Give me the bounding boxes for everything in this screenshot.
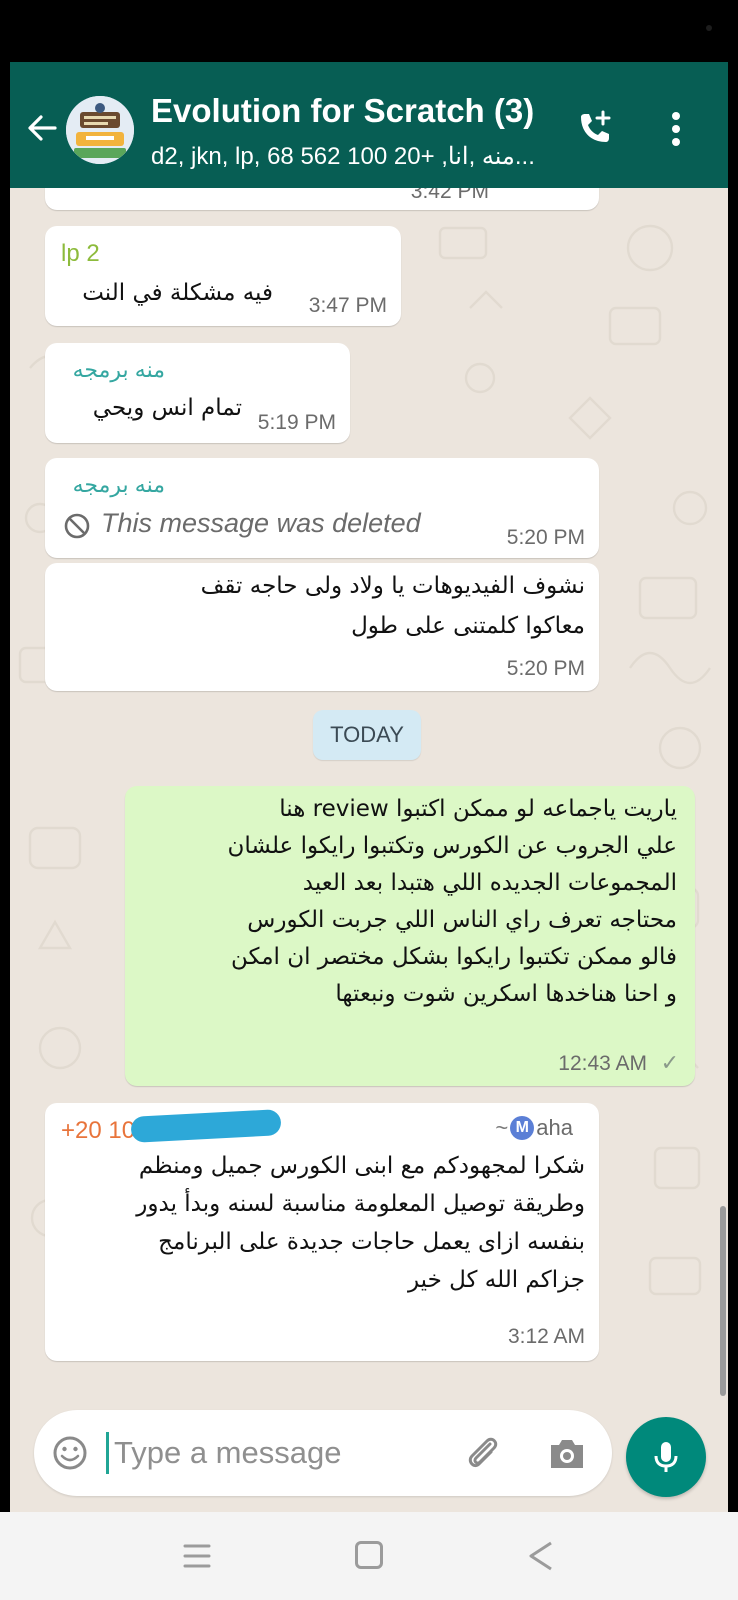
message-line: معاكوا كلمتنى على طول [351, 613, 585, 639]
date-separator: TODAY [313, 710, 421, 760]
back-button[interactable] [22, 108, 62, 148]
read-tick-icon: ✓ [660, 1050, 679, 1075]
sender-name-wrap[interactable]: ~ M aha [495, 1115, 573, 1141]
message-line: فالو ممكن تكتبوا رايكوا بشكل مختصر ان ام… [230, 944, 677, 970]
sender-name: aha [536, 1115, 573, 1140]
message-text: تمام انس ويحي [92, 395, 242, 421]
message-sender[interactable]: منه برمجه [73, 357, 165, 383]
message-line: بنفسه ازاى يعمل حاجات جديدة على البرنامج [158, 1229, 585, 1255]
message-bubble-incoming[interactable]: +20 10 ~ M aha شكرا لمجهودكم مع ابنى الك… [45, 1103, 599, 1361]
deleted-message-text: This message was deleted [101, 508, 421, 538]
message-text: فيه مشكلة في النت [82, 280, 273, 306]
message-time: 5:19 PM [257, 411, 336, 434]
more-vert-icon-dot [672, 138, 680, 146]
emoji-button[interactable] [50, 1433, 90, 1473]
deleted-icon [64, 513, 90, 539]
camera-button[interactable] [545, 1432, 589, 1476]
voice-record-button[interactable] [626, 1417, 706, 1497]
chat-participants[interactable]: d2, jkn, lp, منه ,انا, +20 100 562 68... [151, 142, 571, 171]
nav-recent-icon[interactable] [182, 1540, 212, 1572]
message-line: شكرا لمجهودكم مع ابنى الكورس جميل ومنظم [138, 1153, 585, 1179]
text-cursor [106, 1432, 109, 1474]
more-options-button[interactable] [666, 106, 686, 152]
message-time: 12:43 AM [558, 1052, 647, 1075]
message-bubble-incoming[interactable]: منه برمجه تمام انس ويحي 5:19 PM [45, 343, 350, 443]
message-time: 5:20 PM [506, 657, 585, 680]
scrollbar-thumb[interactable] [720, 1206, 726, 1396]
attach-button[interactable] [460, 1430, 504, 1474]
message-line: وطريقة توصيل المعلومة مناسبة لسنه وبدأ ي… [136, 1191, 585, 1217]
redaction-mark [130, 1109, 282, 1143]
message-time: 3:42 PM [410, 188, 489, 203]
sender-initial-badge: M [510, 1116, 535, 1140]
message-sender[interactable]: منه برمجه [73, 472, 165, 498]
message-time: 3:12 AM [507, 1325, 585, 1348]
message-bubble-incoming[interactable]: نشوف الفيديوهات يا ولاد ولى حاجه تقف معا… [45, 563, 599, 691]
status-bar [0, 0, 738, 62]
message-time: 3:47 PM [308, 294, 387, 317]
sender-name-prefix: ~ [495, 1115, 509, 1140]
message-line: و احنا هناخدها اسكرين شوت ونبعتها [335, 981, 677, 1007]
message-composer [34, 1410, 612, 1496]
message-bubble-incoming[interactable]: منه برمجه This message was deleted 5:20 … [45, 458, 599, 558]
nav-back-icon[interactable] [526, 1539, 556, 1573]
emoji-icon [53, 1436, 87, 1470]
message-line: نشوف الفيديوهات يا ولاد ولى حاجه تقف [200, 573, 585, 599]
more-vert-icon-dot [672, 125, 680, 133]
mic-icon [654, 1442, 678, 1472]
message-bubble-incoming[interactable]: lp 2 فيه مشكلة في النت 3:47 PM [45, 226, 401, 326]
message-input[interactable] [114, 1430, 414, 1476]
chat-message-list[interactable]: 3:42 PM lp 2 فيه مشكلة في النت 3:47 PM م… [10, 188, 728, 1512]
back-arrow-icon [28, 115, 57, 141]
message-bubble-partial[interactable]: 3:42 PM [45, 188, 599, 210]
nav-home-icon[interactable] [355, 1541, 383, 1569]
chat-header: Evolution for Scratch (3) d2, jkn, lp, م… [10, 62, 728, 188]
message-line: ياريت ياجماعه لو ممكن اكتبوا review هنا [279, 796, 677, 822]
chat-title[interactable]: Evolution for Scratch (3) [151, 92, 571, 130]
message-sender[interactable]: lp 2 [61, 240, 100, 268]
message-line: المجموعات الجديده اللي هتبدا بعد العيد [302, 870, 677, 896]
add-call-button[interactable] [571, 106, 617, 152]
message-bubble-outgoing[interactable]: ياريت ياجماعه لو ممكن اكتبوا review هنا … [125, 786, 695, 1086]
front-camera-dot [706, 25, 712, 31]
message-sender-phone[interactable]: +20 10 [61, 1117, 135, 1145]
message-time: 5:20 PM [506, 526, 585, 549]
add-call-icon [581, 110, 611, 142]
more-vert-icon-dot [672, 112, 680, 120]
camera-icon [551, 1440, 583, 1468]
attach-icon [468, 1437, 498, 1468]
message-line: علي الجروب عن الكورس وتكتبوا رايكوا علشا… [227, 833, 677, 859]
message-line: محتاجه تعرف راي الناس اللي جربت الكورس [247, 907, 677, 933]
message-line: جزاكم الله كل خير [407, 1267, 585, 1293]
system-navigation-bar [0, 1512, 738, 1600]
group-avatar[interactable] [66, 96, 134, 164]
